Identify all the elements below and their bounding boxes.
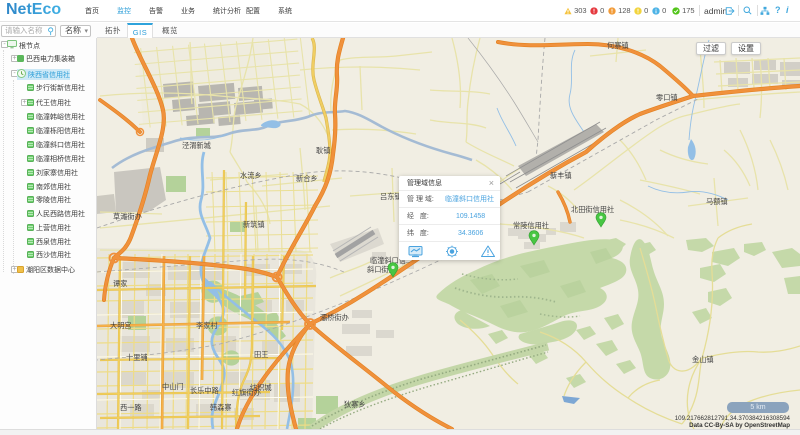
svg-text:纺织城: 纺织城 [250,383,272,392]
svg-text:谭家: 谭家 [113,279,127,288]
svg-text:韩森寨: 韩森寨 [210,403,232,412]
svg-text:草滩街办: 草滩街办 [113,212,142,221]
svg-text:大明宫: 大明宫 [110,321,132,330]
svg-text:何寨镇: 何寨镇 [607,41,629,50]
svg-text:中山门: 中山门 [162,382,184,391]
svg-text:新筑镇: 新筑镇 [243,220,265,229]
svg-text:北田街信用社: 北田街信用社 [571,205,614,214]
svg-text:金山镇: 金山镇 [692,355,714,364]
svg-text:耿镇: 耿镇 [316,146,330,155]
svg-text:李家村: 李家村 [196,321,218,330]
svg-text:马额镇: 马额镇 [706,197,728,206]
svg-text:水流乡: 水流乡 [240,171,262,180]
svg-text:狄寨乡: 狄寨乡 [344,400,366,409]
svg-text:长乐中路: 长乐中路 [190,386,219,395]
svg-text:灞桥街办: 灞桥街办 [320,313,349,322]
svg-text:新合乡: 新合乡 [296,174,318,183]
svg-text:西一路: 西一路 [120,403,142,412]
svg-text:常陵信用社: 常陵信用社 [513,221,549,230]
svg-text:田王: 田王 [254,350,268,359]
svg-text:零口镇: 零口镇 [656,93,678,102]
svg-text:十里铺: 十里铺 [126,353,148,362]
svg-text:泾渭新城: 泾渭新城 [182,141,211,150]
svg-text:新丰镇: 新丰镇 [550,171,572,180]
